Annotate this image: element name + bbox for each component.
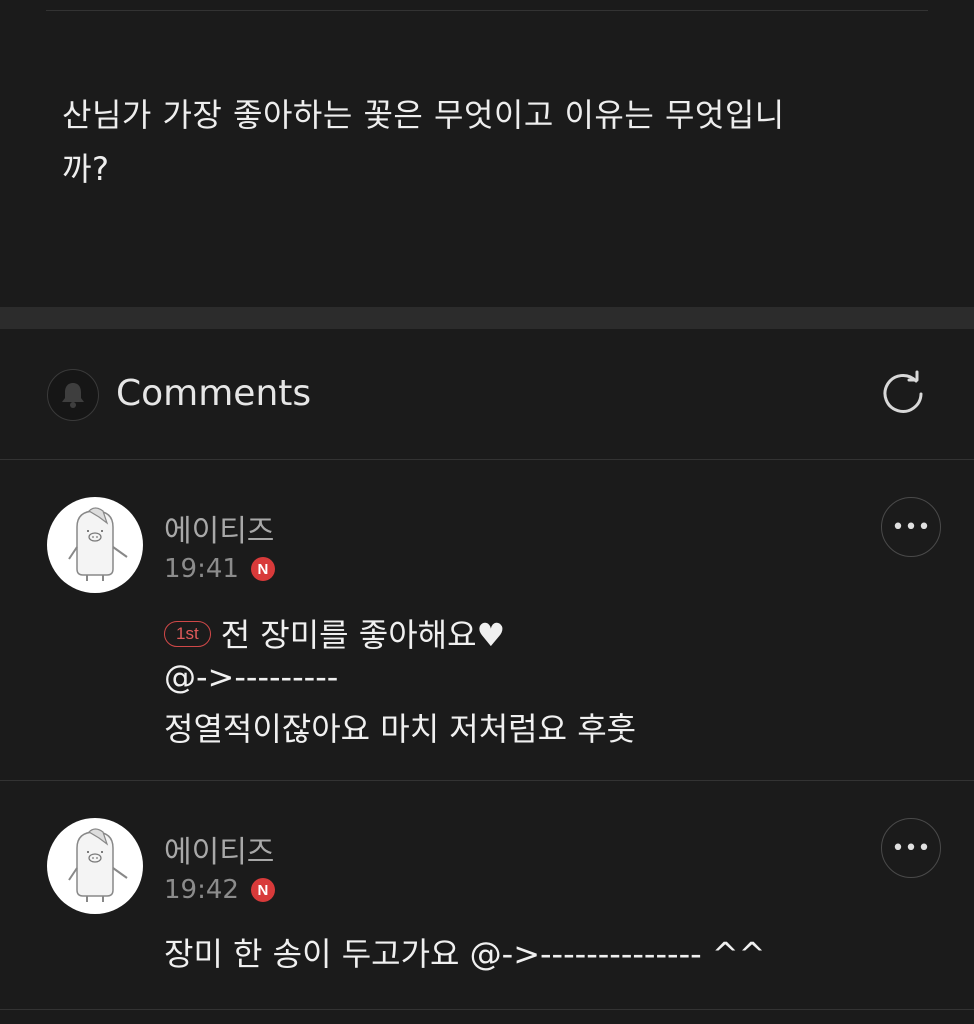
comments-title: Comments	[116, 373, 312, 414]
pig-character-icon	[68, 828, 128, 902]
new-badge: N	[250, 878, 275, 902]
comment-item: 에이티즈 19:41 N ••• 1st 전 장미를 좋아해요♥ @->-----…	[0, 460, 974, 781]
comment-author: 에이티즈	[164, 514, 275, 549]
comment-text-line: @->---------	[164, 658, 339, 696]
comment-item: 에이티즈 19:42 N ••• 장미 한 송이 두고가요 @->-------…	[0, 781, 974, 1010]
comment-time: 19:42	[164, 875, 239, 905]
comment-text-line: 정열적이잖아요 마치 저처럼요 후훗	[164, 710, 637, 748]
avatar[interactable]	[47, 818, 143, 914]
section-separator	[0, 307, 974, 329]
new-badge: N	[250, 557, 275, 581]
top-divider	[46, 10, 928, 11]
more-dots-icon: •••	[891, 835, 931, 861]
more-options-button[interactable]: •••	[881, 497, 941, 557]
bell-button[interactable]	[47, 369, 99, 421]
rank-badge: 1st	[164, 621, 211, 647]
comment-meta: 19:42 N	[164, 875, 275, 905]
refresh-icon[interactable]	[876, 367, 930, 421]
comment-text-line: 장미 한 송이 두고가요 @->-------------- ^^	[164, 935, 766, 973]
more-dots-icon: •••	[891, 514, 931, 540]
pig-character-icon	[68, 507, 128, 581]
comment-text: 전 장미를 좋아해요♥	[220, 616, 506, 654]
post-question: 산님가 가장 좋아하는 꽃은 무엇이고 이유는 무엇입니 까?	[62, 96, 785, 188]
comment-time: 19:41	[164, 554, 239, 584]
comment-author: 에이티즈	[164, 835, 275, 870]
bell-icon	[62, 383, 84, 408]
comments-header: Comments	[0, 329, 974, 460]
more-options-button[interactable]: •••	[881, 818, 941, 878]
comment-text-line: 1st 전 장미를 좋아해요♥	[164, 610, 505, 656]
comment-meta: 19:41 N	[164, 554, 275, 584]
avatar[interactable]	[47, 497, 143, 593]
